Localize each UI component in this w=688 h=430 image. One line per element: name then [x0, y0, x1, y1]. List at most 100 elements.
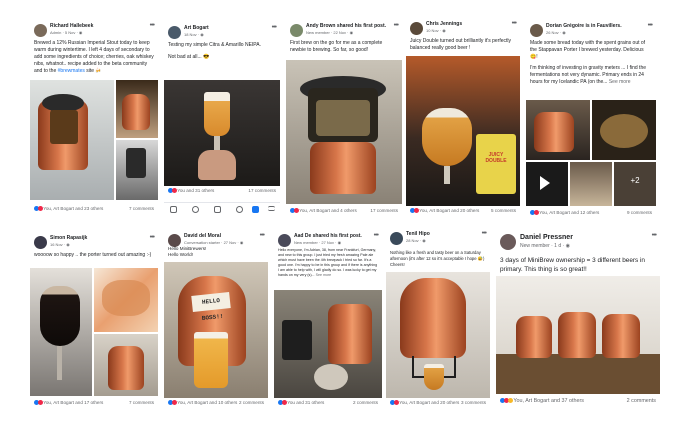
more-options-icon[interactable]: ••• — [652, 232, 657, 239]
post-photo[interactable]: HELLO BOSS!! — [164, 262, 268, 398]
comments-count[interactable]: 2 comments — [353, 400, 378, 405]
menu-icon[interactable] — [268, 206, 275, 211]
comments-count[interactable]: 3 comments — [461, 400, 486, 405]
post-photo[interactable]: JUICY DOUBLE — [406, 56, 520, 206]
reactions-summary[interactable]: You and 31 others — [168, 188, 215, 194]
post-photo[interactable] — [286, 60, 402, 204]
profile-icon[interactable] — [236, 206, 243, 213]
more-options-icon[interactable]: ••• — [482, 230, 487, 237]
avatar[interactable] — [530, 24, 543, 37]
groups-icon[interactable] — [192, 206, 199, 213]
more-options-icon[interactable]: ••• — [374, 232, 379, 239]
author-name[interactable]: Dorian Grégoire is in Fauvillers. — [546, 23, 622, 29]
reactions-summary[interactable]: You, Art Bogart and 17 others — [34, 400, 103, 406]
comments-count[interactable]: 9 comments — [627, 210, 652, 215]
beer-glass-image — [422, 108, 472, 166]
reactions-text: You, Art Bogart and 23 others — [43, 206, 104, 211]
avatar[interactable] — [290, 24, 303, 37]
comments-count[interactable]: 2 comments — [239, 400, 264, 405]
post-footer: You, Art Bogart and 20 others 5 comments — [410, 208, 516, 216]
avatar[interactable] — [500, 234, 516, 250]
meta-text: 28 Nov · — [406, 238, 423, 243]
author-name[interactable]: Chris Jennings — [426, 21, 462, 27]
post-text: Nothing like a fresh and tasty beer on a… — [390, 250, 485, 267]
author-name[interactable]: Richard Hallebeek — [50, 23, 93, 29]
hand-image — [198, 150, 236, 180]
hashtag-link[interactable]: #brewmates — [58, 68, 85, 74]
post-photo[interactable] — [164, 80, 280, 186]
see-more-link[interactable]: See more — [316, 273, 332, 277]
post-photo-2[interactable] — [592, 100, 656, 160]
comments-count[interactable]: 7 comments — [129, 206, 154, 211]
meta-text: 16 Nov · — [50, 242, 67, 247]
globe-icon: ◉ — [565, 243, 570, 249]
post-photo-5[interactable]: +2 — [614, 162, 656, 206]
more-options-icon[interactable]: ••• — [150, 22, 155, 29]
post-header: Simon Rapasijk 16 Nov · ◉ ••• — [30, 232, 158, 266]
post-photo[interactable] — [386, 272, 490, 398]
avatar[interactable] — [34, 236, 47, 249]
food-image — [102, 280, 150, 316]
comments-count[interactable]: 17 comments — [370, 208, 398, 213]
comments-count[interactable]: 2 comments — [627, 398, 656, 404]
comments-count[interactable]: 7 comments — [129, 400, 154, 405]
post-photo[interactable] — [30, 268, 92, 396]
notifications-icon[interactable] — [252, 206, 259, 213]
post-photo-3[interactable] — [94, 334, 158, 396]
author-name[interactable]: David del Moral — [184, 233, 221, 239]
author-name[interactable]: Daniel Pressner — [520, 234, 573, 241]
avatar[interactable] — [278, 234, 291, 247]
reactions-summary[interactable]: You, Art Bogart and 12 others — [530, 210, 599, 216]
video-icon[interactable] — [214, 206, 221, 213]
post-photo[interactable] — [526, 100, 590, 160]
keg-image — [516, 316, 552, 358]
play-icon[interactable] — [540, 176, 550, 190]
author-name[interactable]: Art Bogart — [184, 25, 209, 31]
globe-icon: ◉ — [349, 30, 354, 35]
more-options-icon[interactable]: ••• — [150, 234, 155, 241]
author-name[interactable]: Andy Brown shared his first post. — [306, 23, 386, 29]
comments-count[interactable]: 5 comments — [491, 208, 516, 213]
avatar[interactable] — [34, 24, 47, 37]
beer-glass-image — [194, 332, 228, 388]
reactions-summary[interactable]: You and 31 others — [278, 400, 324, 406]
post-photo-4[interactable] — [570, 162, 612, 206]
keg-image — [328, 304, 372, 364]
post-footer: You and 31 others 17 comments — [168, 188, 276, 196]
keg-image — [602, 314, 640, 358]
reactions-text: You and 31 others — [177, 188, 215, 193]
see-more-link[interactable]: See more — [609, 79, 631, 85]
avatar[interactable] — [168, 26, 181, 39]
reactions-summary[interactable]: You, Art Bogart and 23 others — [34, 206, 104, 212]
post-photo-3[interactable] — [116, 140, 158, 200]
beer-glass-image — [40, 286, 80, 346]
reactions-summary[interactable]: You, Art Bogart and 4 others — [290, 208, 357, 214]
post-photo-3[interactable] — [526, 162, 568, 206]
keg-image — [400, 278, 466, 358]
post-footer: You, Art Bogart and 23 others 7 comments — [34, 206, 154, 214]
author-name[interactable]: Aad De shared his first post. — [294, 233, 362, 239]
reactions-summary[interactable]: You, Art Bogart and 20 others — [410, 208, 479, 214]
post-photo-2[interactable] — [116, 80, 158, 138]
post-photo[interactable] — [274, 290, 382, 398]
post-photo[interactable] — [496, 276, 660, 394]
post-photo-2[interactable] — [94, 268, 158, 332]
post-card: Daniel Pressner New member · 1 d · ◉ •••… — [496, 230, 660, 410]
more-options-icon[interactable]: ••• — [648, 22, 653, 29]
comments-count[interactable]: 17 comments — [248, 188, 276, 193]
more-options-icon[interactable]: ••• — [260, 232, 265, 239]
reactions-text: You, Art Bogart and 20 others — [399, 400, 460, 405]
home-icon[interactable] — [170, 206, 177, 213]
post-photo[interactable] — [30, 80, 114, 200]
more-options-icon[interactable]: ••• — [512, 20, 517, 27]
author-name[interactable]: Simon Rapasijk — [50, 235, 87, 241]
reactions-summary[interactable]: You, Art Bogart and 10 others — [168, 400, 237, 406]
more-options-icon[interactable]: ••• — [394, 22, 399, 29]
reactions-summary[interactable]: You, Art Bogart and 37 others — [500, 398, 584, 404]
more-options-icon[interactable]: ••• — [272, 24, 277, 31]
post-text: woooow so happy .. the porter turned out… — [34, 252, 152, 258]
author-name[interactable]: Tenil Hipo — [406, 231, 430, 237]
avatar[interactable] — [390, 232, 403, 245]
avatar[interactable] — [410, 22, 423, 35]
reactions-summary[interactable]: You, Art Bogart and 20 others — [390, 400, 460, 406]
